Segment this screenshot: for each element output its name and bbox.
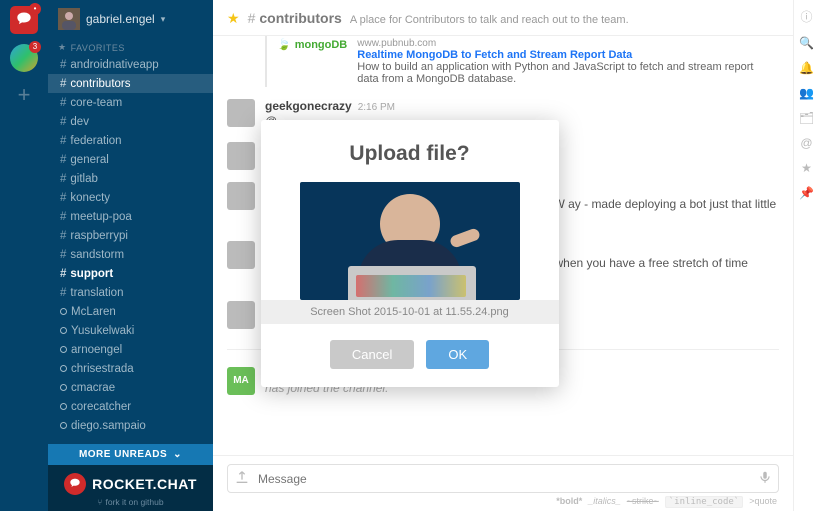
modal-title: Upload file? — [279, 142, 541, 166]
modal-overlay: Upload file? Screen Shot 2015-10-01 at 1… — [0, 0, 819, 511]
file-name: Screen Shot 2015-10-01 at 11.55.24.png — [261, 300, 559, 324]
upload-modal: Upload file? Screen Shot 2015-10-01 at 1… — [261, 120, 559, 387]
cancel-button[interactable]: Cancel — [330, 340, 414, 369]
ok-button[interactable]: OK — [426, 340, 489, 369]
file-thumbnail — [300, 182, 520, 300]
